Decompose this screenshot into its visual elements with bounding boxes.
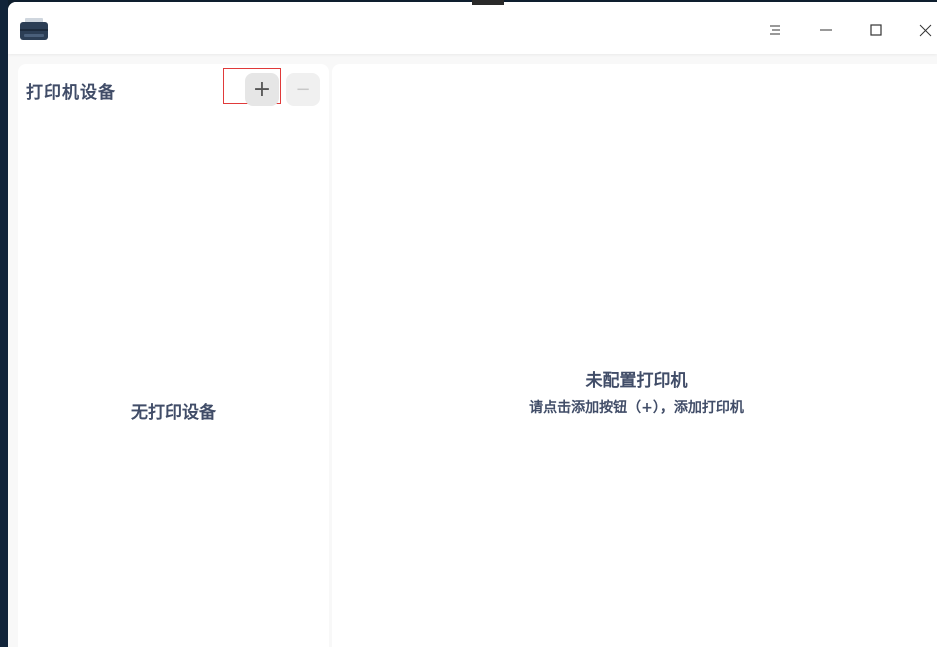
no-devices-label: 无打印设备: [131, 403, 216, 423]
maximize-button[interactable]: [851, 10, 901, 50]
no-printer-configured-title: 未配置打印机: [585, 371, 688, 391]
minimize-icon: [820, 29, 832, 31]
sidebar-title: 打印机设备: [26, 83, 116, 103]
remove-printer-button[interactable]: −: [286, 73, 320, 106]
close-button[interactable]: [900, 10, 937, 50]
titlebar: [8, 2, 937, 54]
desktop-background: [0, 0, 8, 647]
print-manager-window: 打印机设备 + − 无打印设备 未配置打印机 请点击添加按钮（+），添加打印机: [8, 2, 937, 647]
add-printer-button[interactable]: +: [245, 73, 279, 106]
minimize-button[interactable]: [801, 10, 851, 50]
main-panel: 未配置打印机 请点击添加按钮（+），添加打印机: [332, 64, 937, 647]
add-printer-hint: 请点击添加按钮（+），添加打印机: [529, 400, 744, 416]
menu-button[interactable]: [750, 10, 800, 50]
menu-icon: [770, 25, 780, 35]
close-icon: [919, 24, 931, 36]
printer-device-sidebar: 打印机设备 + − 无打印设备: [18, 64, 329, 647]
maximize-icon: [870, 24, 882, 36]
screen-notch: [472, 0, 504, 5]
printer-icon: [20, 18, 48, 40]
